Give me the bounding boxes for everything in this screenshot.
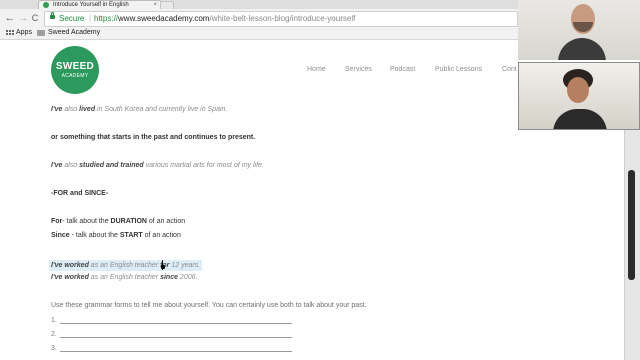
emphasis: since: [160, 274, 178, 281]
emphasis: I've: [51, 162, 63, 169]
person-torso: [558, 38, 606, 60]
answer-number: 2.: [51, 331, 57, 338]
answer-blank[interactable]: [59, 330, 292, 338]
logo-word: SWEED: [55, 61, 95, 72]
address-bar[interactable]: Secure | https://www.sweedacademy.com/wh…: [44, 11, 518, 27]
url-scheme: https://: [94, 14, 119, 23]
emphasis: I've worked: [51, 262, 89, 269]
video-feed-student: [518, 62, 640, 130]
answer-blank[interactable]: [59, 344, 292, 352]
highlighted-example-for: I've worked as an English teacher for 12…: [49, 260, 203, 271]
nav-services[interactable]: Services: [345, 66, 372, 73]
forward-arrow-icon[interactable]: →: [17, 11, 29, 25]
sweed-academy-logo[interactable]: SWEED ACADEMY: [51, 46, 99, 94]
bookmark-sweed-academy[interactable]: Sweed Academy: [48, 27, 100, 39]
nav-podcast[interactable]: Podcast: [390, 66, 415, 73]
answer-line-2[interactable]: 2.: [51, 330, 292, 338]
text: also: [62, 162, 80, 169]
url-host: www.sweedacademy.com: [118, 14, 210, 23]
emphasis: DURATION: [110, 218, 147, 225]
video-feed-teacher: [518, 0, 640, 60]
answer-number: 3.: [51, 345, 57, 352]
text: - talk about the: [69, 232, 120, 239]
emphasis: START: [119, 232, 143, 239]
nav-contact[interactable]: Cont: [502, 66, 517, 73]
site-favicon-icon: [43, 2, 49, 8]
url-path: /white-belt-lesson-blog/introduce-yourse…: [209, 14, 356, 23]
text-cursor-icon: [161, 260, 168, 270]
answer-number: 1.: [51, 317, 57, 324]
emphasis: Since: [51, 232, 70, 239]
text: of an action: [146, 218, 186, 225]
text-line-present: or something that starts in the past and…: [51, 134, 256, 141]
text: also: [62, 106, 80, 113]
scrollbar-thumb[interactable]: [628, 170, 635, 280]
emphasis: For: [51, 218, 63, 225]
lock-icon: [50, 12, 55, 19]
answer-blank[interactable]: [59, 316, 292, 324]
exercise-prompt: Use these grammar forms to tell me about…: [51, 302, 367, 309]
emphasis: studied and trained: [79, 162, 144, 169]
section-heading-for-since: -FOR and SINCE-: [51, 190, 109, 197]
text: as an English teacher: [88, 274, 161, 281]
url-text: https://www.sweedacademy.com/white-belt-…: [94, 12, 355, 26]
answer-line-3[interactable]: 3.: [51, 344, 292, 352]
folder-icon: [37, 30, 45, 36]
example-since: I've worked as an English teacher since …: [51, 274, 197, 281]
apps-grid-icon: [6, 30, 14, 37]
person-head: [567, 77, 589, 103]
text-line-since: Since - talk about the START of an actio…: [51, 232, 181, 239]
emphasis: I've: [51, 106, 63, 113]
text: in South Korea and currently live in Spa…: [95, 106, 228, 113]
url-separator: |: [89, 14, 92, 23]
page-scrollbar[interactable]: [624, 130, 640, 360]
secure-label: Secure: [59, 14, 85, 23]
text: 2006.: [177, 274, 198, 281]
back-arrow-icon[interactable]: ←: [4, 11, 16, 25]
emphasis: I've worked: [51, 274, 89, 281]
text-line-for: For- talk about the DURATION of an actio…: [51, 218, 185, 225]
answer-line-1[interactable]: 1.: [51, 316, 292, 324]
bookmark-apps[interactable]: Apps: [16, 27, 32, 39]
logo-subtitle: ACADEMY: [61, 73, 89, 79]
emphasis: lived: [79, 106, 96, 113]
reload-icon[interactable]: C: [29, 11, 41, 25]
nav-home[interactable]: Home: [307, 66, 326, 73]
person-torso: [553, 109, 607, 129]
text: as an English teacher: [88, 262, 161, 269]
text: 12 years.: [169, 262, 201, 269]
text-line-lived: I've also lived in South Korea and curre…: [51, 106, 227, 113]
text: various martial arts for most of my life…: [143, 162, 264, 169]
text: - talk about the: [62, 218, 111, 225]
nav-public-lessons[interactable]: Public Lessons: [435, 66, 482, 73]
text-line-studied: I've also studied and trained various ma…: [51, 162, 264, 169]
text: of an action: [142, 232, 181, 239]
